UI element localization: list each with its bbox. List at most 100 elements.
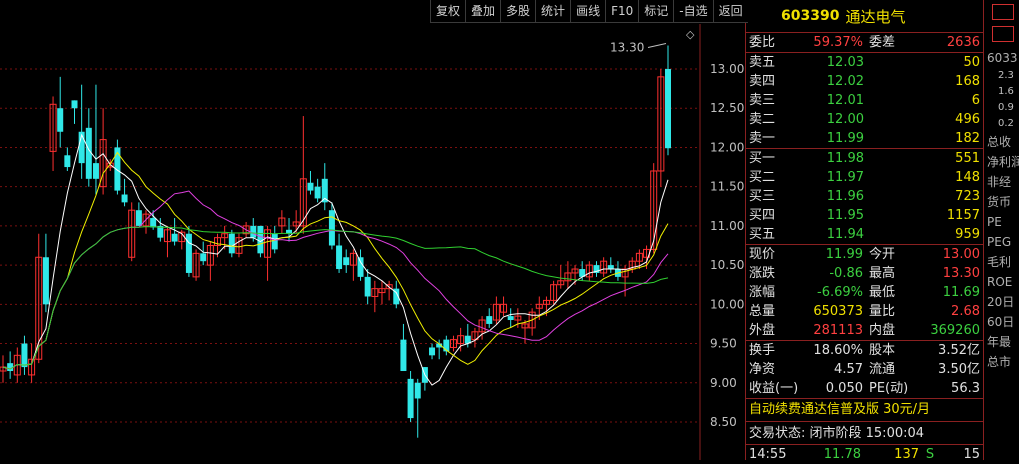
ask-row[interactable]: 卖四 12.02 168 — [746, 72, 983, 91]
stat2-value: 3.52亿 — [938, 343, 980, 358]
stat2-row: 换手 18.60% 股本 3.52亿 — [746, 341, 983, 360]
toolbar-button-4[interactable]: 画线 — [570, 0, 606, 23]
weicha-value: 2636 — [946, 35, 980, 50]
bid-row[interactable]: 买四 11.95 1157 — [746, 206, 983, 225]
toolbar-button-8[interactable]: 返回 — [712, 0, 748, 23]
ob-label: 买一 — [749, 151, 776, 166]
candle-body — [414, 382, 421, 399]
side-scale: 2.3 1.6 0.9 0.2 — [984, 68, 1019, 132]
side-label: 货币 — [987, 195, 1012, 209]
stat-label: 最低 — [869, 285, 896, 300]
stat-label: 今开 — [869, 247, 896, 262]
candle-body — [42, 257, 49, 305]
stat-label: 外盘 — [749, 323, 776, 338]
toolbar-button-5[interactable]: F10 — [605, 0, 639, 23]
ob-volume: 1157 — [946, 208, 980, 223]
bid-row[interactable]: 买一 11.98 551 — [746, 149, 983, 168]
toolbar-button-0[interactable]: 复权 — [430, 0, 466, 23]
bid-row[interactable]: 买三 11.96 723 — [746, 187, 983, 206]
ask-row[interactable]: 卖一 11.99 182 — [746, 129, 983, 148]
side-label: PE — [987, 215, 1002, 229]
stat2-label: 股本 — [869, 343, 896, 358]
side-panel: 6033 2.3 1.6 0.9 0.2 总收净利润非经货币 PE PEG 毛利 ROE 20日… — [983, 0, 1019, 460]
candle-body — [171, 233, 178, 242]
stat-value: 11.99 — [825, 247, 863, 262]
side-box-icon[interactable] — [992, 4, 1014, 20]
stock-code[interactable]: 603390 — [781, 8, 839, 24]
bid-row[interactable]: 买五 11.94 959 — [746, 225, 983, 244]
trade-status: 交易状态: 闭市阶段 15:00:04 — [746, 422, 983, 445]
stat2-label: 收益(一) — [749, 381, 799, 396]
quote-panel: 603390 通达电气 委比 59.37% 委差 2636 卖五 12.03 50 卖… — [745, 0, 983, 462]
ob-label: 买二 — [749, 170, 776, 185]
ob-volume: 723 — [955, 189, 980, 204]
side-code: 6033 — [987, 51, 1018, 65]
side-label: 年最 — [987, 335, 1012, 349]
tick-count: 15 — [963, 447, 980, 462]
stat-value: 13.30 — [942, 266, 980, 281]
side-label: ROE — [987, 275, 1013, 289]
side-box-icon-2[interactable] — [992, 26, 1014, 42]
stat2-value: 0.050 — [825, 381, 863, 396]
stat-row: 涨跌 -0.86 最高 13.30 — [746, 264, 983, 283]
ask-row[interactable]: 卖三 12.01 6 — [746, 91, 983, 110]
ad-banner[interactable]: 自动续费通达信普及版 30元/月 — [746, 398, 983, 422]
candle-body — [57, 108, 64, 132]
toolbar-button-7[interactable]: -自选 — [673, 0, 713, 23]
stat-label: 总量 — [749, 304, 776, 319]
tick-time: 14:55 — [749, 447, 787, 462]
y-tick-label: 12.50 — [710, 101, 744, 115]
candle-body — [64, 155, 71, 168]
y-tick-label: 10.50 — [710, 258, 744, 272]
ob-price: 11.98 — [826, 151, 864, 166]
y-tick-label: 13.00 — [710, 62, 744, 76]
toolbar-button-1[interactable]: 叠加 — [465, 0, 501, 23]
side-label: PEG — [987, 235, 1012, 249]
stat-value: 281113 — [813, 323, 863, 338]
weibi-label: 委比 — [749, 35, 776, 50]
side-label: 20日 — [987, 295, 1015, 309]
candle-body — [71, 100, 78, 109]
stat-value: -6.69% — [817, 285, 863, 300]
ob-label: 卖五 — [749, 55, 776, 70]
stat2-label: 换手 — [749, 343, 776, 358]
candle-body — [407, 378, 414, 419]
candle-body — [429, 347, 436, 356]
stat-value: 13.00 — [942, 247, 980, 262]
ob-volume: 168 — [955, 74, 980, 89]
stock-header: 603390 通达电气 — [746, 0, 983, 33]
ask-row[interactable]: 卖二 12.00 496 — [746, 110, 983, 129]
candle-body — [257, 225, 264, 254]
ask-row[interactable]: 卖五 12.03 50 — [746, 53, 983, 72]
side-label: 净利润 — [987, 155, 1019, 169]
toolbar-button-2[interactable]: 多股 — [500, 0, 536, 23]
kline-chart[interactable]: 13.00 12.50 12.00 11.50 11.00 10.50 10.00 9.50 9… — [0, 0, 745, 460]
toolbar-button-6[interactable]: 标记 — [638, 0, 674, 23]
ob-volume: 959 — [955, 227, 980, 242]
candle-body — [343, 257, 350, 266]
tick-vol: 137 — [894, 447, 919, 462]
tick-row[interactable]: 14:55 11.78 137 S 15 — [746, 445, 983, 464]
toolbar-button-3[interactable]: 统计 — [535, 0, 571, 23]
candle-body — [7, 363, 14, 372]
stat2-value: 18.60% — [813, 343, 863, 358]
side-label: 总市 — [987, 355, 1012, 369]
side-label: 毛利 — [987, 255, 1012, 269]
bid-row[interactable]: 买二 11.97 148 — [746, 168, 983, 187]
weicha-label: 委差 — [869, 35, 896, 50]
ob-label: 买三 — [749, 189, 776, 204]
ob-price: 12.03 — [826, 55, 864, 70]
stat-row: 总量 650373 量比 2.68 — [746, 302, 983, 321]
ob-volume: 182 — [955, 131, 980, 146]
side-labels: 总收净利润非经货币 PE PEG 毛利 ROE 20日 60日年最总市 — [984, 132, 1019, 372]
high-arrow — [647, 42, 667, 48]
stat-row: 外盘 281113 内盘 369260 — [746, 321, 983, 340]
ob-label: 卖四 — [749, 74, 776, 89]
ob-price: 12.00 — [826, 112, 864, 127]
stat2-value: 56.3 — [951, 381, 980, 396]
ob-label: 卖三 — [749, 93, 776, 108]
ob-label: 买四 — [749, 208, 776, 223]
ob-volume: 50 — [963, 55, 980, 70]
stock-name[interactable]: 通达电气 — [845, 6, 905, 27]
diamond-icon[interactable]: ◇ — [686, 28, 695, 41]
